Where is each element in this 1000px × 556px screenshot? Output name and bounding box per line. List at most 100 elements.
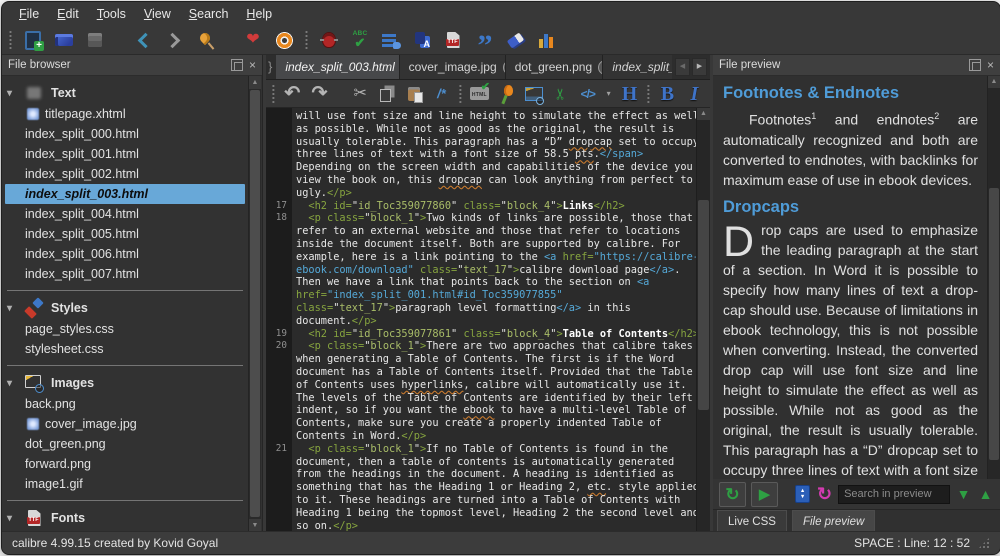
drag-handle[interactable] [8,31,13,49]
editor-tab[interactable]: dot_green.png× [506,55,604,79]
tree-section-images[interactable]: ▾Images [2,372,248,394]
code-line[interactable]: 20 <p class="block_1">There are two appr… [266,340,697,353]
refresh-button[interactable]: ↻ [719,482,746,507]
tree-item[interactable]: index_split_007.html [5,264,245,284]
drag-handle[interactable] [458,85,463,103]
donate-heart-icon[interactable]: ❤ [242,29,264,51]
cut-icon[interactable]: ✂ [350,83,371,105]
tree-section-text[interactable]: ▾Text [2,82,248,104]
dock-tab-live-css[interactable]: Live CSS [717,510,787,532]
undo-icon[interactable]: ↶ [282,83,303,105]
code-line[interactable]: inside the document itself. Both are sup… [266,238,697,251]
translate-icon[interactable] [411,29,433,51]
tree-section-fonts[interactable]: ▾Fonts [2,507,248,529]
undock-icon[interactable] [969,59,981,71]
tree-item[interactable]: index_split_002.html [5,164,245,184]
code-line[interactable]: indent, so if you want the ebook to have… [266,404,697,417]
tree-item[interactable]: index_split_001.html [5,144,245,164]
code-line[interactable]: of Contents uses hyperlinks, calibre wil… [266,379,697,392]
tree-item[interactable]: cover_image.jpg [5,414,245,434]
code-line[interactable]: something that has the Heading 1 or Head… [266,481,697,494]
smarten-punctuation-icon[interactable]: ” [473,23,495,57]
code-line[interactable]: 21 <p class="block_1">If no Table of Con… [266,443,697,456]
code-line[interactable]: document.</p> [266,315,697,328]
help-lifebuoy-icon[interactable] [273,29,295,51]
arrange-hand-icon[interactable] [380,29,402,51]
code-line[interactable]: Depending on the screen width and capabi… [266,161,697,174]
code-line[interactable]: refer to an external website and those t… [266,225,697,238]
fix-html-icon[interactable] [469,83,490,105]
heading-icon[interactable]: H [619,83,640,105]
tree-item[interactable]: index_split_006.html [5,244,245,264]
find-next-icon[interactable]: ▼ [955,483,972,505]
code-line[interactable]: document has a Table of Contents itself.… [266,366,697,379]
drag-handle[interactable] [271,85,276,103]
tree-item[interactable]: dot_green.png [5,434,245,454]
tree-item[interactable]: index_split_000.html [5,124,245,144]
chevron-down-icon[interactable]: ▾ [7,378,17,389]
special-char-icon[interactable]: ✂ [550,83,572,104]
insert-comment-icon[interactable]: /* [431,83,452,105]
menu-edit[interactable]: Edit [48,4,88,24]
resize-grip[interactable] [978,537,990,549]
editor-scrollbar[interactable]: ▲ [696,108,710,532]
forward-icon[interactable] [163,29,185,51]
editor-tab[interactable]: index_split_003.html× [276,55,399,79]
preview-search-input[interactable] [838,485,950,504]
bold-icon[interactable]: B [657,83,678,105]
scroll-up-icon[interactable]: ▲ [697,108,710,120]
code-line[interactable]: as possible. While not as good as the or… [266,123,697,136]
insert-image-icon[interactable] [523,83,544,105]
menu-tools[interactable]: Tools [88,4,135,24]
back-icon[interactable] [132,29,154,51]
tree-item[interactable]: titlepage.xhtml [5,104,245,124]
code-line[interactable]: Contents, make sure you create a properl… [266,417,697,430]
reports-icon[interactable] [535,29,557,51]
code-line[interactable]: will use font size and line height to si… [266,110,697,123]
close-icon[interactable]: × [249,60,256,70]
paste-icon[interactable] [404,83,425,105]
chevron-down-icon[interactable]: ▾ [7,513,17,524]
code-line[interactable]: 19 <h2 id="id_Toc359077861" class="block… [266,328,697,341]
new-file-icon[interactable] [22,29,44,51]
menu-help[interactable]: Help [237,4,281,24]
drag-handle[interactable] [646,85,651,103]
code-line[interactable]: 17 <h2 id="id_Toc359077860" class="block… [266,200,697,213]
tree-section-styles[interactable]: ▾Styles [2,297,248,319]
scroll-up-icon[interactable]: ▲ [988,76,1000,88]
beautify-icon[interactable] [496,83,517,105]
tree-item[interactable]: index_split_004.html [5,204,245,224]
tree-item[interactable]: index_split_005.html [5,224,245,244]
pin-icon[interactable] [194,29,216,51]
tab-scroll-right-icon[interactable]: ▶ [692,58,707,76]
spellcheck-icon[interactable] [349,29,371,51]
tree-item[interactable]: back.png [5,394,245,414]
italic-icon[interactable]: I [684,83,705,105]
menu-search[interactable]: Search [180,4,238,24]
code-line[interactable]: document, then a table of contents is au… [266,456,697,469]
code-line[interactable]: ugly.</p> [266,187,697,200]
code-line[interactable]: Then we have a link that points back to … [266,276,697,289]
embed-fonts-icon[interactable] [442,29,464,51]
scroll-up-icon[interactable]: ▲ [249,76,261,89]
tree-item[interactable]: forward.png [5,454,245,474]
insert-tag-icon[interactable]: </> [577,83,598,105]
code-line[interactable]: 18 <p class="block_1">Two kinds of links… [266,212,697,225]
code-line[interactable]: Heading 1 being the topmost level, Headi… [266,507,697,520]
code-line[interactable]: ebook.com/download" class="text_17">cali… [266,264,697,277]
code-line[interactable]: when generating a Table of Contents. The… [266,353,697,366]
find-prev-icon[interactable]: ▲ [977,483,994,505]
code-line[interactable]: view the book on, this dropcap can look … [266,174,697,187]
tree-item[interactable]: stylesheet.css [5,339,245,359]
tab-scroll-left-icon[interactable]: ◀ [675,58,690,76]
close-icon[interactable]: × [987,60,994,70]
open-book-icon[interactable] [53,29,75,51]
scrollbar-thumb[interactable] [698,200,709,410]
menu-view[interactable]: View [135,4,180,24]
code-line[interactable]: from the headings in the document. A hea… [266,468,697,481]
code-line[interactable]: three lines of text with a font size of … [266,148,697,161]
editor-tab[interactable]: index_split_ [603,55,672,79]
drag-handle[interactable] [304,31,309,49]
undock-icon[interactable] [231,59,243,71]
code-line[interactable]: example, here is a link pointing to the … [266,251,697,264]
